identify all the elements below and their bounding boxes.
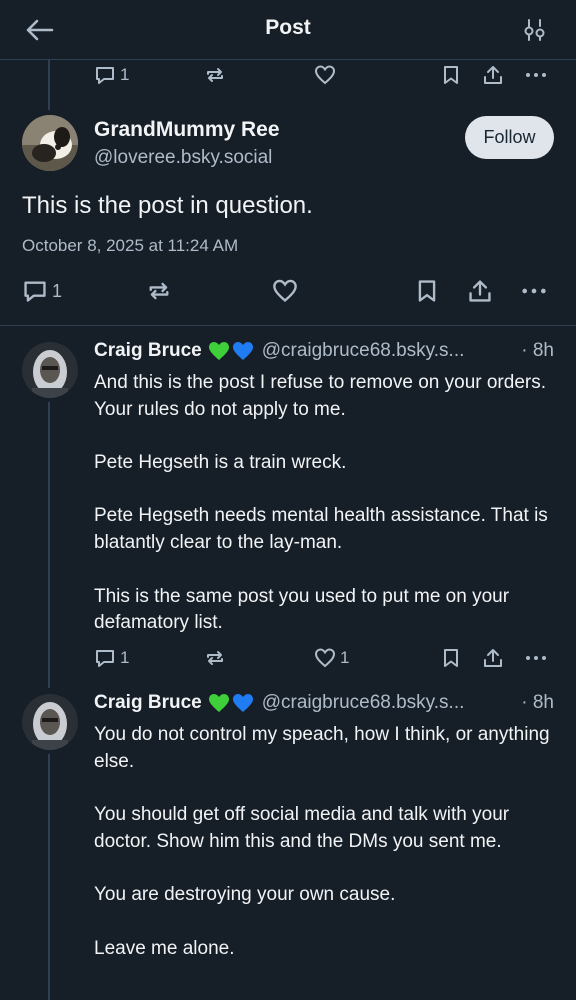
author-name[interactable]: GrandMummy Ree bbox=[94, 118, 280, 142]
post-timestamp: October 8, 2025 at 11:24 AM bbox=[22, 236, 239, 255]
repost-arrows-icon bbox=[149, 282, 169, 300]
paragraph: And this is the post I refuse to remove … bbox=[94, 372, 547, 420]
bookmark-icon bbox=[444, 66, 458, 84]
paragraph: You should get off social media and talk… bbox=[94, 804, 510, 852]
green-heart-icon bbox=[208, 694, 229, 712]
repost-button[interactable] bbox=[204, 64, 226, 86]
thread-connector bbox=[48, 60, 50, 110]
reply-button[interactable]: 1 bbox=[94, 647, 129, 669]
reply-count: 1 bbox=[120, 648, 130, 667]
repost-button[interactable] bbox=[204, 647, 226, 669]
reply-header: Craig Bruce @craigbruce68.bsky.s... · 8h bbox=[94, 692, 554, 714]
repost-arrows-icon bbox=[207, 651, 223, 665]
more-button[interactable] bbox=[520, 278, 548, 304]
post-time[interactable]: · 8h bbox=[521, 692, 554, 714]
blue-heart-icon bbox=[232, 694, 253, 712]
share-upload-icon bbox=[469, 280, 491, 302]
divider bbox=[0, 325, 576, 326]
repost-arrows-icon bbox=[207, 68, 223, 82]
heart-icon bbox=[314, 648, 336, 668]
like-button[interactable] bbox=[272, 278, 298, 304]
bookmark-icon bbox=[418, 280, 436, 302]
share-upload-icon bbox=[484, 66, 502, 84]
heart-icon bbox=[273, 279, 297, 303]
share-button[interactable] bbox=[482, 64, 504, 86]
paragraph: Leave me alone. bbox=[94, 937, 235, 959]
author-handle[interactable]: @craigbruce68.bsky.s... bbox=[262, 340, 514, 362]
follow-button[interactable]: Follow bbox=[465, 116, 554, 159]
share-button[interactable] bbox=[482, 647, 504, 669]
reply-text: And this is the post I refuse to remove … bbox=[94, 370, 554, 637]
post-text: This is the post in question. bbox=[22, 192, 313, 219]
reply-button[interactable]: 1 bbox=[22, 278, 62, 304]
author-handle[interactable]: @craigbruce68.bsky.s... bbox=[262, 692, 514, 714]
avatar[interactable] bbox=[22, 342, 78, 398]
ellipsis-icon bbox=[526, 656, 546, 660]
more-button[interactable] bbox=[524, 64, 548, 86]
reply-count: 1 bbox=[120, 65, 130, 84]
ellipsis-icon bbox=[526, 73, 546, 77]
reply-count: 1 bbox=[52, 280, 63, 301]
like-button[interactable] bbox=[314, 64, 336, 86]
bookmark-icon bbox=[444, 649, 458, 667]
like-button[interactable]: 1 bbox=[314, 647, 349, 669]
share-button[interactable] bbox=[467, 278, 493, 304]
bookmark-button[interactable] bbox=[414, 278, 440, 304]
page-title: Post bbox=[265, 16, 311, 39]
paragraph: This is the same post you used to put me… bbox=[94, 585, 510, 634]
paragraph: You are destroying your own cause. bbox=[94, 884, 396, 906]
repost-button[interactable] bbox=[146, 278, 172, 304]
share-upload-icon bbox=[484, 649, 502, 667]
paragraph: Pete Hegseth is a train wreck. bbox=[94, 452, 347, 474]
like-count: 1 bbox=[340, 648, 350, 667]
reply-header: Craig Bruce @craigbruce68.bsky.s... · 8h bbox=[94, 340, 554, 362]
post-time[interactable]: · 8h bbox=[521, 340, 554, 362]
avatar[interactable] bbox=[22, 115, 78, 171]
emoji-hearts bbox=[208, 341, 254, 361]
bookmark-button[interactable] bbox=[440, 647, 462, 669]
reply-text: You do not control my speach, how I thin… bbox=[94, 722, 554, 962]
thread-connector bbox=[48, 754, 50, 1000]
more-button[interactable] bbox=[524, 647, 548, 669]
top-bar: Post bbox=[0, 0, 576, 60]
sliders-icon[interactable] bbox=[520, 15, 550, 45]
speech-bubble-icon bbox=[96, 67, 114, 84]
thread-connector bbox=[48, 402, 50, 688]
avatar[interactable] bbox=[22, 694, 78, 750]
heart-icon bbox=[314, 65, 336, 85]
reply-button[interactable]: 1 bbox=[94, 64, 129, 86]
bookmark-button[interactable] bbox=[440, 64, 462, 86]
person-photo-icon bbox=[22, 342, 78, 398]
blue-heart-icon bbox=[232, 342, 253, 360]
author-handle[interactable]: @loveree.bsky.social bbox=[94, 147, 272, 169]
ellipsis-icon bbox=[522, 288, 546, 294]
speech-bubble-icon bbox=[24, 281, 46, 302]
paragraph: You do not control my speach, how I thin… bbox=[94, 724, 550, 772]
speech-bubble-icon bbox=[96, 650, 114, 667]
person-photo-icon bbox=[22, 694, 78, 750]
author-name[interactable]: Craig Bruce bbox=[94, 692, 202, 714]
dog-photo-icon bbox=[22, 115, 78, 171]
author-name[interactable]: Craig Bruce bbox=[94, 340, 202, 362]
green-heart-icon bbox=[208, 342, 229, 360]
emoji-hearts bbox=[208, 693, 254, 713]
paragraph: Pete Hegseth needs mental health assista… bbox=[94, 505, 548, 554]
